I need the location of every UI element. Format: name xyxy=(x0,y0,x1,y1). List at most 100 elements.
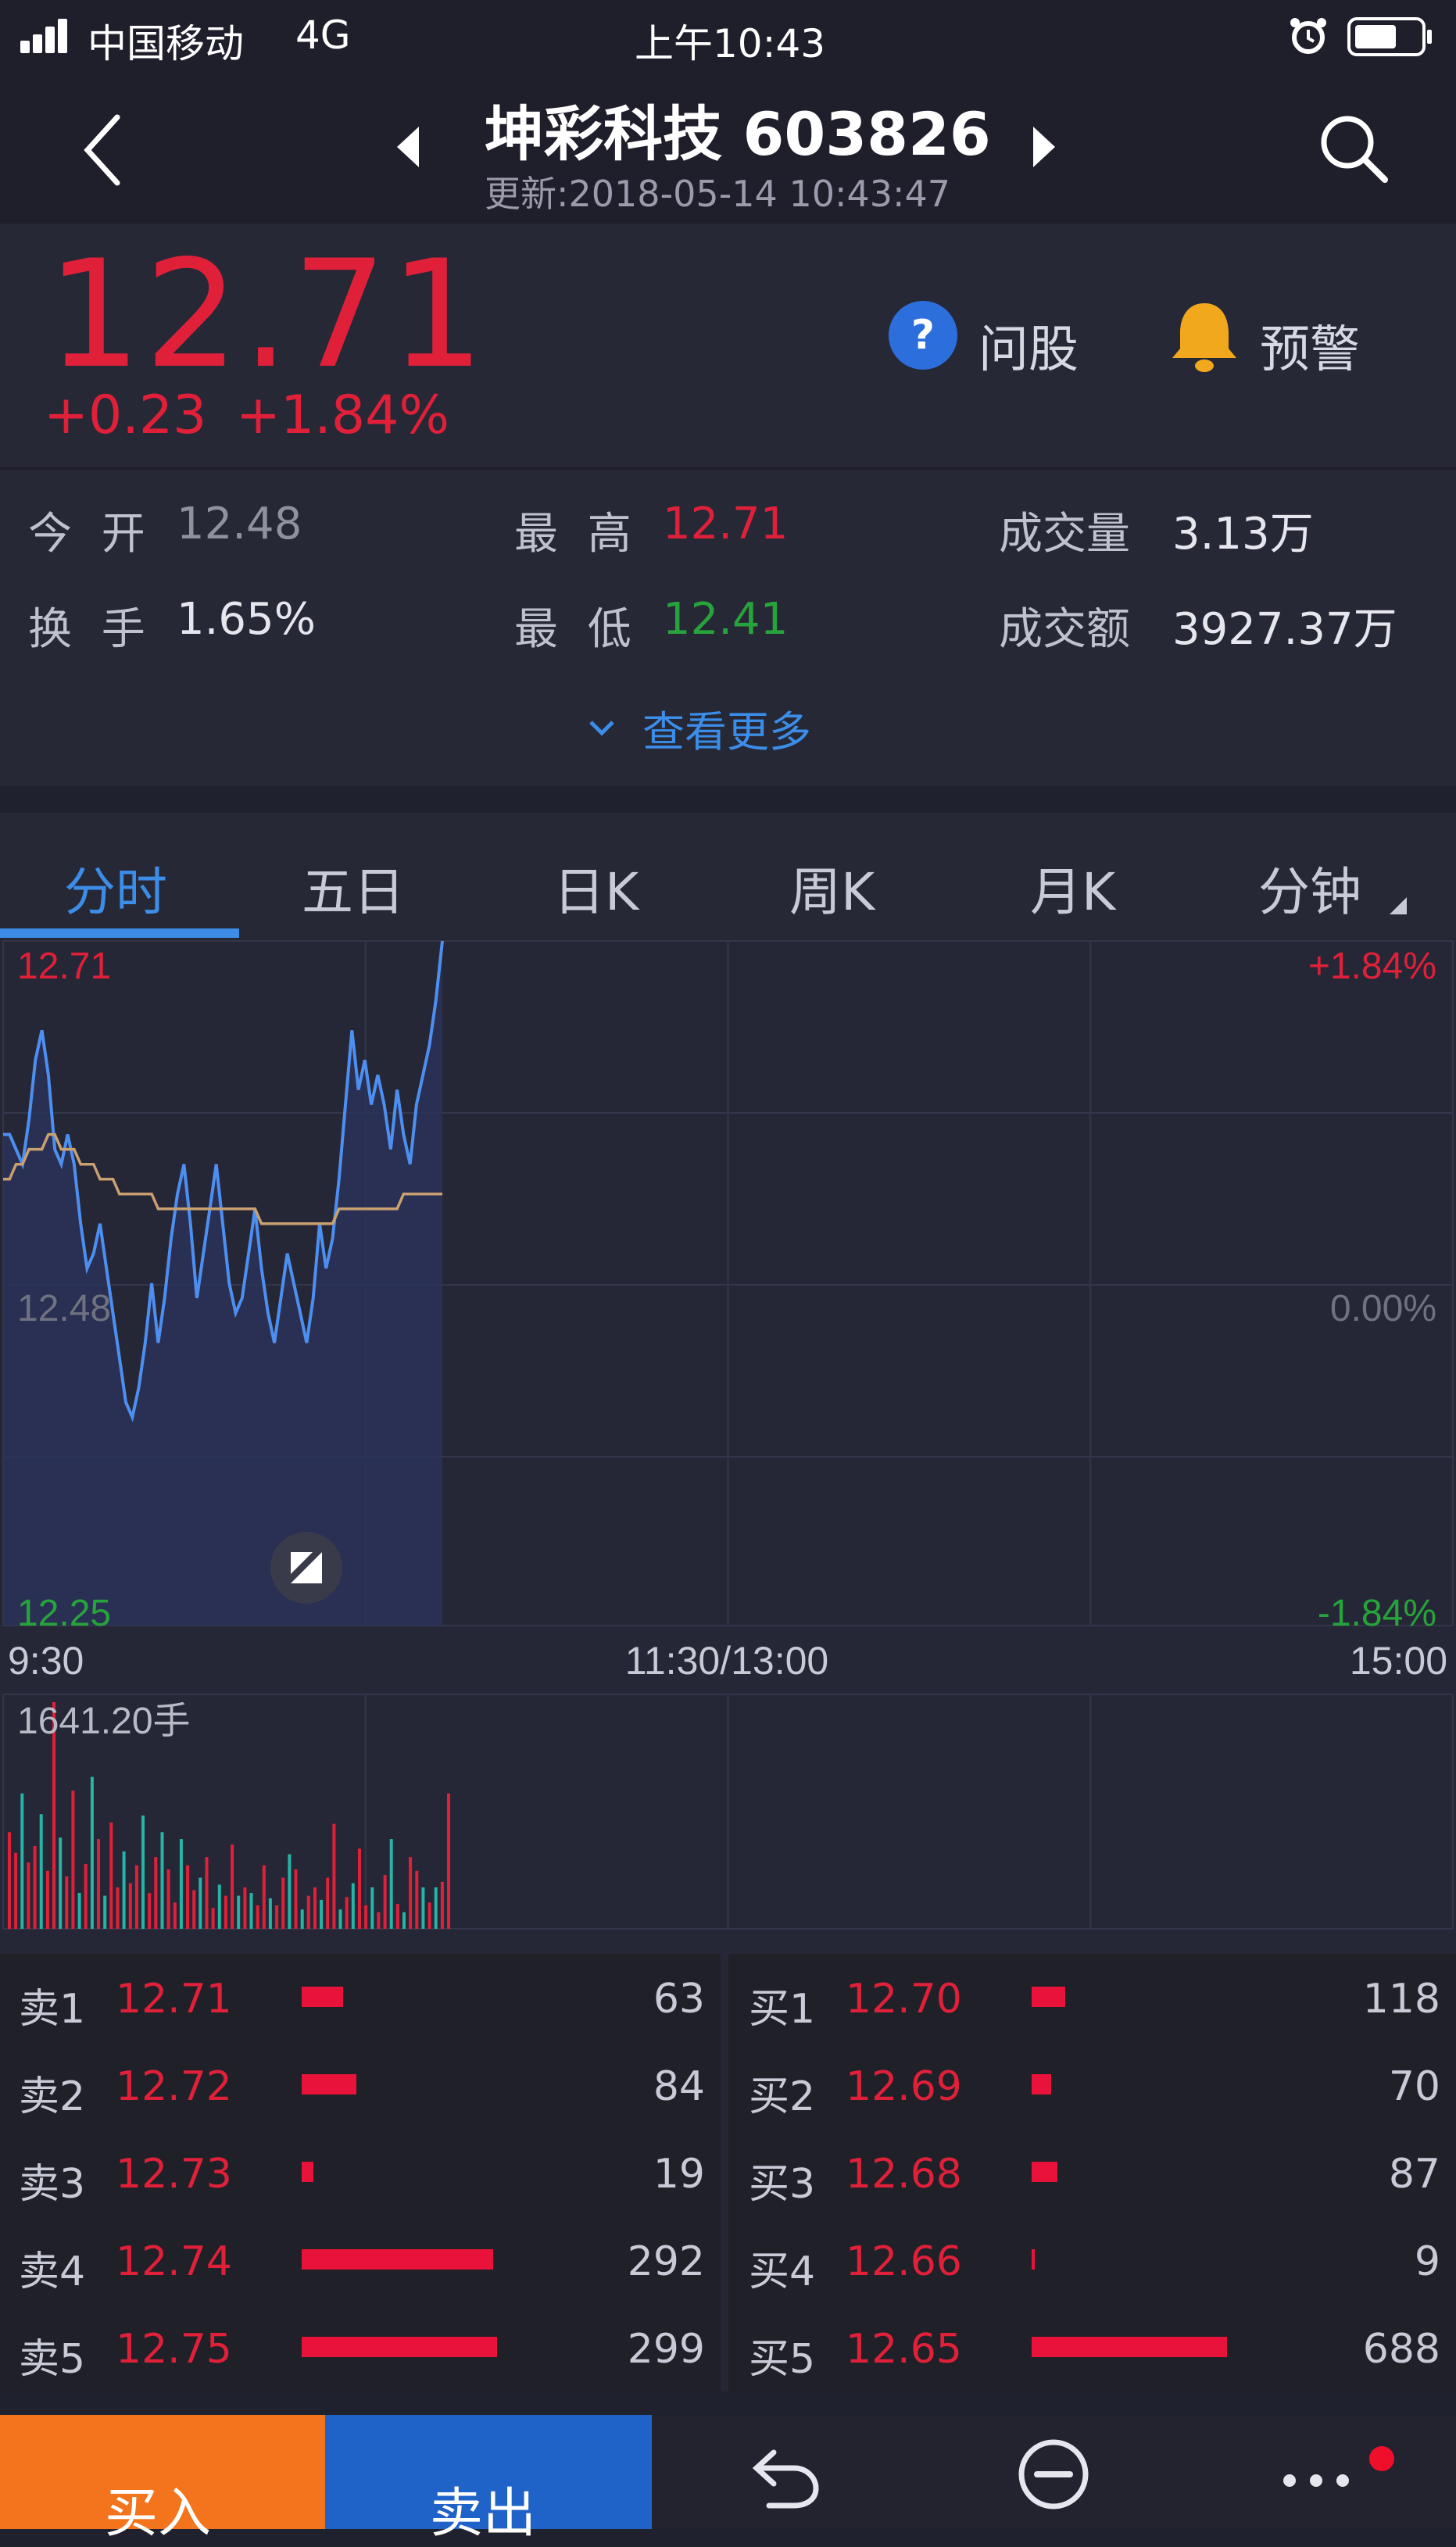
volume-bar xyxy=(294,1869,298,1929)
volume-bar xyxy=(243,1887,247,1929)
volume-bar xyxy=(179,1839,183,1929)
intraday-chart-area: 12.71 12.48 12.25 +1.84% 0.00% -1.84% 9:… xyxy=(0,938,1456,1954)
buy-quantity: 87 xyxy=(1388,2151,1440,2198)
signal-icon xyxy=(20,19,67,53)
chart-tabs: 分时 五日 日K 周K 月K 分钟 xyxy=(0,813,1456,938)
pct-label-mid: 0.00% xyxy=(1330,1288,1436,1329)
volume-bar xyxy=(71,1790,75,1929)
volume-bar xyxy=(45,1870,49,1929)
sell-order-row[interactable]: 卖4 12.74 292 xyxy=(0,2216,721,2304)
low-label: 最 低 xyxy=(514,604,639,655)
turnover-value: 1.65% xyxy=(177,594,316,645)
sell-button[interactable]: 卖出 xyxy=(325,2415,652,2545)
volume-bar xyxy=(199,1877,202,1929)
volume-bar xyxy=(447,1793,450,1929)
notification-dot xyxy=(1369,2446,1394,2471)
volume-bar xyxy=(134,1865,138,1929)
active-tab-indicator xyxy=(0,928,239,938)
volume-bar xyxy=(364,1905,368,1929)
alert-button[interactable]: 预警 xyxy=(1169,299,1372,379)
more-icon[interactable] xyxy=(1279,2446,1404,2501)
battery-icon xyxy=(1347,17,1432,56)
sell-quantity: 63 xyxy=(653,1976,705,2023)
volume-bar xyxy=(65,1876,69,1929)
buy-volume-bar xyxy=(1032,1987,1065,2007)
buy-order-row[interactable]: 买1 12.70 118 xyxy=(730,1954,1456,2041)
y-label-mid: 12.48 xyxy=(17,1288,111,1329)
volume-bar xyxy=(122,1851,126,1929)
tab-minute[interactable]: 分钟 xyxy=(1258,850,1361,925)
volume-bar xyxy=(160,1832,164,1929)
intraday-chart[interactable]: 12.71 12.48 12.25 +1.84% 0.00% -1.84% 9:… xyxy=(0,938,1456,1954)
buy-price: 12.65 xyxy=(846,2326,962,2373)
volume-bar xyxy=(256,1905,259,1929)
volume-bar xyxy=(383,1875,387,1929)
tab-monthly-k[interactable]: 月K xyxy=(1030,850,1115,925)
volume-bar xyxy=(39,1814,43,1929)
volume-bar xyxy=(224,1895,227,1929)
volume-bar xyxy=(421,1887,425,1929)
sell-price: 12.72 xyxy=(116,2063,232,2110)
minus-circle-icon[interactable] xyxy=(1016,2437,1091,2512)
tab-weekly-k[interactable]: 周K xyxy=(789,850,875,925)
sell-level-label: 卖3 xyxy=(19,2161,86,2208)
volume-max-label: 1641.20手 xyxy=(17,1701,191,1742)
previous-stock-icon[interactable] xyxy=(394,125,422,169)
volume-bar xyxy=(103,1895,107,1929)
sell-order-row[interactable]: 卖1 12.71 63 xyxy=(0,1954,721,2041)
buy-order-row[interactable]: 买2 12.69 70 xyxy=(730,2041,1456,2129)
sell-volume-bar xyxy=(302,2249,493,2270)
view-more-label: 查看更多 xyxy=(642,707,811,757)
buy-order-row[interactable]: 买3 12.68 87 xyxy=(730,2129,1456,2216)
volume-bar xyxy=(313,1887,317,1929)
volume-bar xyxy=(231,1844,234,1929)
volume-bar xyxy=(8,1832,11,1929)
carrier-text: 中国移动 xyxy=(88,21,244,66)
sell-order-row[interactable]: 卖5 12.75 299 xyxy=(0,2304,721,2391)
tab-five-day[interactable]: 五日 xyxy=(302,850,405,925)
back-icon[interactable] xyxy=(81,113,125,188)
buy-level-label: 买2 xyxy=(749,2073,816,2120)
sell-quantity: 84 xyxy=(653,2063,705,2110)
ask-stock-button[interactable]: ? 问股 xyxy=(888,299,1083,379)
volume-bar xyxy=(173,1902,177,1929)
buy-volume-bar xyxy=(1032,2249,1035,2270)
search-icon[interactable] xyxy=(1316,111,1391,186)
y-label-top: 12.71 xyxy=(17,946,111,987)
volume-bar xyxy=(275,1905,279,1929)
high-value: 12.71 xyxy=(663,499,789,549)
sell-order-row[interactable]: 卖2 12.72 84 xyxy=(0,2041,721,2129)
volume-value: 3.13万 xyxy=(1172,509,1314,560)
volume-bar xyxy=(116,1887,120,1929)
buy-order-row[interactable]: 买5 12.65 688 xyxy=(730,2304,1456,2391)
volume-bar xyxy=(281,1877,285,1929)
volume-bar xyxy=(402,1912,406,1929)
expand-chart-icon[interactable] xyxy=(270,1532,342,1604)
sell-quantity: 19 xyxy=(653,2151,705,2198)
volume-bar xyxy=(14,1852,18,1929)
sell-order-row[interactable]: 卖3 12.73 19 xyxy=(0,2129,721,2216)
volume-bar xyxy=(237,1895,241,1929)
buy-volume-bar xyxy=(1032,2162,1057,2182)
buy-volume-bar xyxy=(1032,2074,1051,2094)
clock-text: 上午10:43 xyxy=(635,21,826,66)
quote-panel: 12.71 +0.23 +1.84% ? 问股 预警 今 开 12.48 最 高… xyxy=(0,224,1456,786)
volume-bar xyxy=(345,1897,349,1929)
open-label: 今 开 xyxy=(28,509,153,560)
x-label-start: 9:30 xyxy=(8,1639,84,1683)
tab-intraday[interactable]: 分时 xyxy=(64,850,167,925)
undo-icon[interactable] xyxy=(750,2445,821,2509)
next-stock-icon[interactable] xyxy=(1030,125,1058,169)
sell-quantity: 299 xyxy=(627,2326,705,2373)
sell-volume-bar xyxy=(302,1987,343,2007)
buy-button[interactable]: 买入 xyxy=(0,2415,325,2545)
buy-orders: 买1 12.70 118 买2 12.69 70 买3 12.68 87 买4 12.66 9 买5 12… xyxy=(730,1954,1456,2391)
view-more-button[interactable]: 查看更多 xyxy=(578,697,860,760)
volume-bar xyxy=(148,1893,152,1929)
volume-bar xyxy=(77,1893,81,1929)
volume-bar xyxy=(97,1839,100,1929)
buy-order-row[interactable]: 买4 12.66 9 xyxy=(730,2216,1456,2304)
volume-bar xyxy=(326,1877,330,1929)
sell-volume-bar xyxy=(302,2074,356,2094)
tab-daily-k[interactable]: 日K xyxy=(553,850,639,925)
